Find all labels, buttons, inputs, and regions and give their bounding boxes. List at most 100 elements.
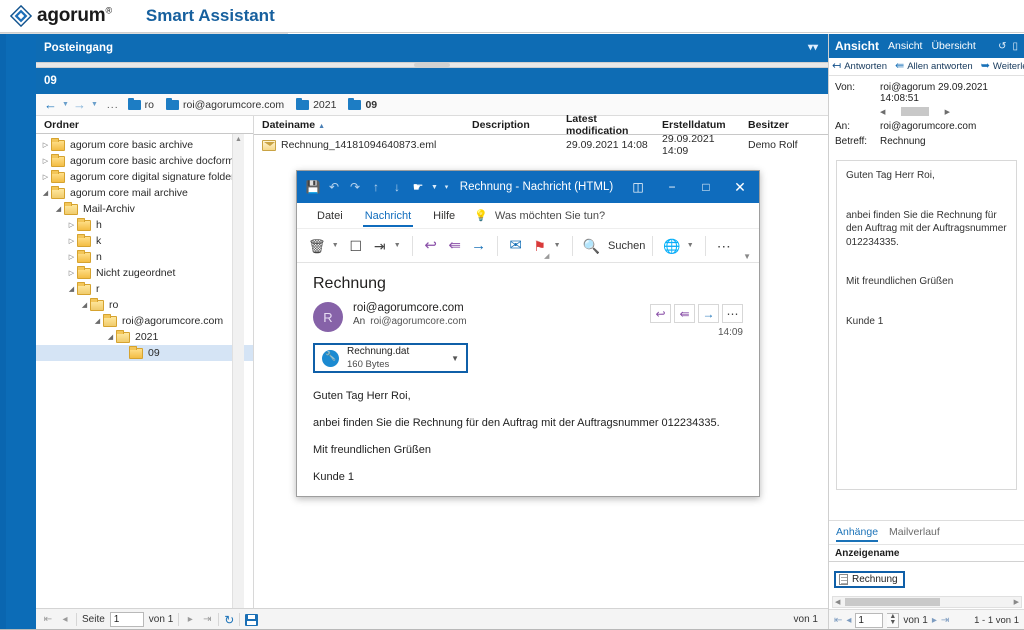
- chevron-down-icon[interactable]: ▼: [686, 242, 698, 249]
- chevron-right-icon[interactable]: ▷: [66, 270, 77, 277]
- column-header-erstelldatum[interactable]: Erstelldatum: [654, 119, 740, 131]
- scroll-right-icon[interactable]: ▶: [945, 108, 950, 116]
- last-page-icon[interactable]: ⇥: [941, 615, 949, 626]
- customize-qat-icon[interactable]: ▾: [441, 183, 452, 191]
- archive-icon[interactable]: ☐: [345, 233, 367, 259]
- tell-me-box[interactable]: 💡 Was möchten Sie tun?: [474, 209, 605, 223]
- chevron-down-icon[interactable]: ▼: [393, 242, 405, 249]
- back-history-caret-icon[interactable]: ▼: [62, 101, 69, 108]
- chevron-down-icon[interactable]: ◢: [66, 286, 77, 293]
- scroll-thumb[interactable]: [901, 107, 929, 116]
- undo-icon[interactable]: ↶: [324, 175, 344, 199]
- forward-icon[interactable]: →: [698, 304, 719, 323]
- maximize-icon[interactable]: □: [689, 171, 723, 203]
- delete-trash-icon[interactable]: 🗑: [305, 233, 329, 259]
- breadcrumb-item-current[interactable]: 09: [348, 97, 377, 111]
- chevron-down-icon[interactable]: ◢: [79, 302, 90, 309]
- attachment-grid-row[interactable]: Rechnung: [829, 568, 1024, 590]
- prev-page-icon[interactable]: ◂: [846, 615, 851, 626]
- first-page-icon[interactable]: ⇤: [834, 615, 842, 626]
- horizontal-splitter[interactable]: [36, 62, 828, 68]
- save-icon[interactable]: [245, 613, 259, 626]
- forward-icon[interactable]: →: [468, 233, 490, 259]
- up-arrow-icon[interactable]: ↑: [366, 175, 386, 199]
- next-page-icon[interactable]: ▸: [932, 615, 937, 626]
- tree-node[interactable]: ◢ 2021: [36, 329, 253, 345]
- panel-tab-uebersicht[interactable]: Übersicht: [931, 40, 975, 52]
- tab-mailverlauf[interactable]: Mailverlauf: [889, 521, 940, 543]
- tree-node[interactable]: ◢ roi@agorumcore.com: [36, 313, 253, 329]
- breadcrumb-ellipsis[interactable]: ...: [107, 99, 119, 111]
- refresh-icon[interactable]: ↻: [224, 613, 234, 627]
- quick-steps-icon[interactable]: ✉: [505, 233, 527, 259]
- chevron-right-icon[interactable]: ▷: [66, 222, 77, 229]
- inbox-header-bar[interactable]: Posteingang ▾▾: [36, 34, 828, 62]
- chevron-down-icon[interactable]: ◢: [40, 190, 51, 197]
- scroll-right-icon[interactable]: ▶: [1012, 598, 1021, 606]
- allen-antworten-button[interactable]: ⇚ Allen antworten: [895, 61, 973, 73]
- tree-node[interactable]: ◢ agorum core mail archive: [36, 185, 253, 201]
- translate-icon[interactable]: 🌐: [660, 233, 683, 259]
- more-ellipsis-icon[interactable]: ⋯: [722, 304, 743, 323]
- back-arrow-icon[interactable]: ←: [44, 98, 57, 111]
- chevron-double-down-icon[interactable]: ▾▾: [808, 43, 818, 53]
- forward-arrow-icon[interactable]: →: [73, 98, 86, 111]
- save-icon[interactable]: 💾: [303, 175, 323, 199]
- reply-all-icon[interactable]: ⇚: [444, 233, 466, 259]
- reply-icon[interactable]: ↩: [420, 233, 442, 259]
- chevron-down-icon[interactable]: ▼: [429, 184, 440, 191]
- attachment-grid-hscrollbar[interactable]: ◀ ▶: [832, 596, 1022, 608]
- dialog-launcher-icon[interactable]: ◢: [544, 252, 549, 260]
- reply-all-icon[interactable]: ⇚: [674, 304, 695, 323]
- first-page-icon[interactable]: ⇤: [42, 614, 54, 625]
- touch-mode-icon[interactable]: ☛: [408, 175, 428, 199]
- forward-history-caret-icon[interactable]: ▼: [91, 101, 98, 108]
- chevron-down-icon[interactable]: ▼: [451, 354, 459, 363]
- chevron-down-icon[interactable]: ◢: [53, 206, 64, 213]
- outlook-title-bar[interactable]: 💾 ↶ ↷ ↑ ↓ ☛ ▼ ▾ Rechnung - Nachricht (HT…: [297, 171, 759, 203]
- tree-node[interactable]: 09: [36, 345, 253, 361]
- tree-node[interactable]: ▷ h: [36, 217, 253, 233]
- chevron-right-icon[interactable]: ▷: [66, 238, 77, 245]
- scroll-left-icon[interactable]: ◀: [880, 108, 885, 116]
- table-row[interactable]: Rechnung_14181094640873.eml 29.09.2021 1…: [254, 133, 828, 157]
- tree-node[interactable]: ▷ agorum core digital signature folder: [36, 169, 253, 185]
- chevron-down-icon[interactable]: ▼: [553, 242, 565, 249]
- prev-page-icon[interactable]: ◂: [59, 614, 71, 625]
- minimize-icon[interactable]: −: [655, 171, 689, 203]
- search-label[interactable]: Suchen: [608, 240, 645, 252]
- weiterleiten-button[interactable]: ➥ Weiterlei: [981, 61, 1024, 73]
- tree-node[interactable]: ◢ ro: [36, 297, 253, 313]
- tree-node[interactable]: ▷ agorum core basic archive docform: [36, 153, 253, 169]
- down-arrow-icon[interactable]: ↓: [387, 175, 407, 199]
- breadcrumb-item-mailbox[interactable]: roi@agorumcore.com: [165, 97, 284, 111]
- window-icon[interactable]: ▯: [1012, 41, 1018, 52]
- column-header-dateiname[interactable]: Dateiname ▲: [254, 119, 464, 131]
- attachment-cell[interactable]: Rechnung: [834, 570, 905, 588]
- von-field-scrollbar[interactable]: ◀ ▶: [880, 106, 950, 117]
- tree-node[interactable]: ▷ agorum core basic archive: [36, 137, 253, 153]
- close-icon[interactable]: ✕: [723, 171, 757, 203]
- tree-node[interactable]: ▷ k: [36, 233, 253, 249]
- next-page-icon[interactable]: ▸: [184, 614, 196, 625]
- chevron-down-icon[interactable]: ◢: [105, 334, 116, 341]
- column-header-besitzer[interactable]: Besitzer: [740, 119, 810, 131]
- tab-datei[interactable]: Datei: [306, 203, 354, 229]
- tab-nachricht[interactable]: Nachricht: [354, 203, 422, 229]
- attachment-chip[interactable]: Rechnung.dat 160 Bytes ▼: [313, 343, 468, 373]
- scroll-left-icon[interactable]: ◀: [833, 598, 842, 606]
- column-header-description[interactable]: Description: [464, 119, 558, 131]
- ribbon-collapse-icon[interactable]: ▼: [743, 252, 751, 261]
- tree-node[interactable]: ▷ Nicht zugeordnet: [36, 265, 253, 281]
- breadcrumb-item-year[interactable]: 2021: [296, 97, 336, 111]
- move-to-icon[interactable]: ⇥: [369, 233, 391, 259]
- column-header-latest-modification[interactable]: Latest modification: [558, 113, 654, 137]
- redo-icon[interactable]: ↷: [345, 175, 365, 199]
- scroll-up-icon[interactable]: ▲: [233, 134, 244, 145]
- page-spinner[interactable]: ▲ ▼: [887, 612, 900, 628]
- chevron-down-icon[interactable]: ▼: [331, 242, 343, 249]
- tab-hilfe[interactable]: Hilfe: [422, 203, 466, 229]
- chevron-down-icon[interactable]: ◢: [92, 318, 103, 325]
- ribbon-display-icon[interactable]: ◫: [621, 171, 655, 203]
- refresh-icon[interactable]: ↺: [998, 41, 1006, 52]
